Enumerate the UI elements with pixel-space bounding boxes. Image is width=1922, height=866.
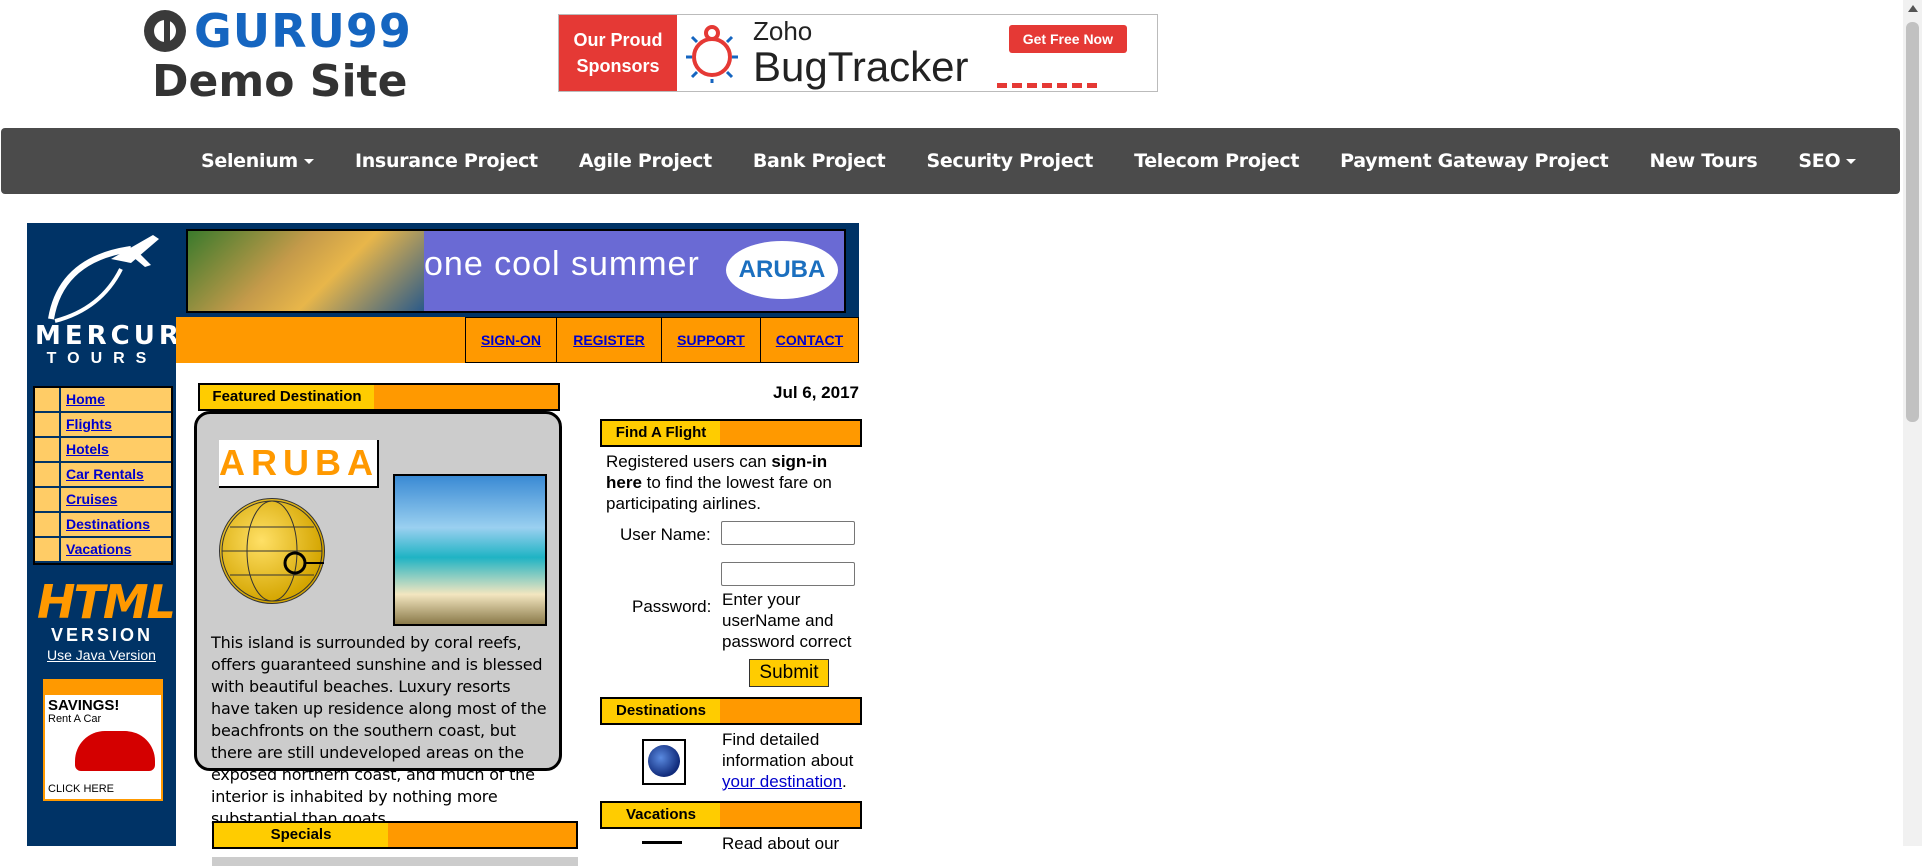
tab-contact[interactable]: CONTACT <box>760 317 859 363</box>
current-date: Jul 6, 2017 <box>772 383 859 402</box>
mercury-brand-sub: TOURS <box>46 350 158 367</box>
globe-small-icon <box>642 739 686 785</box>
use-java-version-link[interactable]: Use Java Version <box>27 647 176 663</box>
savings-ad-title: SAVINGS! <box>48 697 120 714</box>
destinations-title: Destinations <box>600 697 722 725</box>
side-navigation: Home Flights Hotels Car Rentals Cruises … <box>33 386 173 565</box>
sponsor-brand-big: BugTracker <box>753 43 969 90</box>
nav-bank-project[interactable]: Bank Project <box>753 150 886 172</box>
featured-title: Featured Destination <box>198 383 376 411</box>
your-destination-link[interactable]: your destination <box>722 772 842 791</box>
side-link-hotels[interactable]: Hotels <box>61 438 171 461</box>
caret-down-icon <box>1846 159 1857 164</box>
aruba-banner[interactable]: one cool summer ARUBA <box>186 229 846 313</box>
nav-telecom-project[interactable]: Telecom Project <box>1134 150 1299 172</box>
side-link-car-rentals[interactable]: Car Rentals <box>61 463 171 486</box>
page-scrollbar[interactable] <box>1903 0 1922 846</box>
vacation-icon <box>642 841 682 854</box>
caret-down-icon <box>303 159 314 164</box>
featured-destination: Featured Destination ARUBA This island i… <box>194 383 578 866</box>
nav-seo[interactable]: SEO <box>1798 150 1857 172</box>
get-free-now-button[interactable]: Get Free Now <box>1008 25 1127 53</box>
main-navbar: Selenium Insurance Project Agile Project… <box>1 128 1900 194</box>
sponsor-label-line1: Our Proud <box>573 30 663 50</box>
sponsor-label-line2: Sponsors <box>576 56 660 76</box>
nav-selenium[interactable]: Selenium <box>201 150 314 172</box>
nav-agile-project[interactable]: Agile Project <box>579 150 712 172</box>
destinations-title-bar <box>720 697 862 725</box>
mercury-content: Featured Destination ARUBA This island i… <box>176 363 862 866</box>
nav-new-tours[interactable]: New Tours <box>1649 150 1757 172</box>
vacations-text: Read about our <box>722 834 840 853</box>
tab-sign-on[interactable]: SIGN-ON <box>465 317 557 363</box>
scrollbar-thumb[interactable] <box>1906 22 1919 422</box>
destinations-text-suffix: . <box>842 772 847 791</box>
specials-title: Specials <box>212 821 390 849</box>
vacations-title: Vacations <box>600 801 722 829</box>
car-icon <box>75 731 155 771</box>
featured-box: ARUBA This island is surrounded by coral… <box>194 411 562 828</box>
username-label: User Name: <box>620 525 711 544</box>
banner-photo <box>188 231 424 311</box>
nav-security-project[interactable]: Security Project <box>926 150 1093 172</box>
mercury-brand-word: MERCURY <box>35 321 205 351</box>
sponsor-banner[interactable]: Our Proud Sponsors Zoho BugTracker Get F… <box>558 14 1158 92</box>
guru99-logo[interactable]: GURU99 <box>144 4 412 58</box>
html-version-big: HTML <box>37 575 176 629</box>
side-link-flights[interactable]: Flights <box>61 413 171 436</box>
destination-name: ARUBA <box>219 440 379 488</box>
savings-ad-cta: CLICK HERE <box>48 783 115 795</box>
side-link-vacations[interactable]: Vacations <box>61 538 171 561</box>
logo-text: GURU99 <box>194 4 412 58</box>
intro-prefix: Registered users can <box>606 452 772 471</box>
vacations-title-bar <box>720 801 862 829</box>
side-link-home[interactable]: Home <box>61 388 171 411</box>
find-flight-title-bar <box>720 419 862 447</box>
side-link-destinations[interactable]: Destinations <box>61 513 171 536</box>
destinations-text: Find detailed information about your des… <box>722 729 862 792</box>
destinations-text-body: Find detailed information about <box>722 730 854 770</box>
find-flight-intro: Registered users can sign-in here to fin… <box>606 451 846 514</box>
aruba-logo: ARUBA <box>726 241 838 299</box>
mercury-sidebar: MERCURY TOURS Home Flights Hotels Car Re… <box>27 223 205 846</box>
savings-ad-subtitle: Rent A Car <box>48 713 102 725</box>
destination-description: This island is surrounded by coral reefs… <box>211 633 547 828</box>
savings-ad[interactable]: SAVINGS! Rent A Car CLICK HERE <box>43 679 163 801</box>
site-subtitle: Demo Site <box>152 56 408 107</box>
nav-payment-gateway-project[interactable]: Payment Gateway Project <box>1340 150 1609 172</box>
username-input[interactable] <box>721 521 855 545</box>
sponsor-brand-small: Zoho <box>753 16 813 46</box>
html-version-sub: VERSION <box>50 625 154 645</box>
tab-register[interactable]: REGISTER <box>556 317 662 363</box>
nav-seo-label: SEO <box>1798 150 1841 172</box>
mercury-top-tabs: SIGN-ON REGISTER SUPPORT CONTACT <box>176 317 859 363</box>
password-label: Password: <box>632 597 712 616</box>
guru99-logo-icon <box>144 10 186 52</box>
scroll-up-arrow-icon[interactable] <box>1908 5 1918 12</box>
beach-photo <box>393 474 547 626</box>
side-link-cruises[interactable]: Cruises <box>61 488 171 511</box>
nav-insurance-project[interactable]: Insurance Project <box>355 150 538 172</box>
dashed-arrow <box>997 59 1097 88</box>
specials-title-bar <box>388 821 578 849</box>
banner-text: one cool summer <box>424 245 700 283</box>
html-version-badge: HTML VERSION <box>37 575 176 645</box>
mercury-plane-logo[interactable] <box>41 229 163 329</box>
nav-selenium-label: Selenium <box>201 150 298 172</box>
specials-row <box>212 857 578 866</box>
globe-icon <box>219 498 325 604</box>
submit-button[interactable]: Submit <box>749 659 829 687</box>
tab-support[interactable]: SUPPORT <box>661 317 761 363</box>
sponsor-label: Our Proud Sponsors <box>559 15 677 91</box>
find-flight-title: Find A Flight <box>600 419 722 447</box>
featured-title-bar <box>374 383 560 411</box>
login-hint: Enter your userName and password correct <box>722 590 852 651</box>
bug-icon <box>677 15 747 91</box>
mercury-header: one cool summer ARUBA <box>176 223 859 317</box>
password-input[interactable] <box>721 562 855 586</box>
